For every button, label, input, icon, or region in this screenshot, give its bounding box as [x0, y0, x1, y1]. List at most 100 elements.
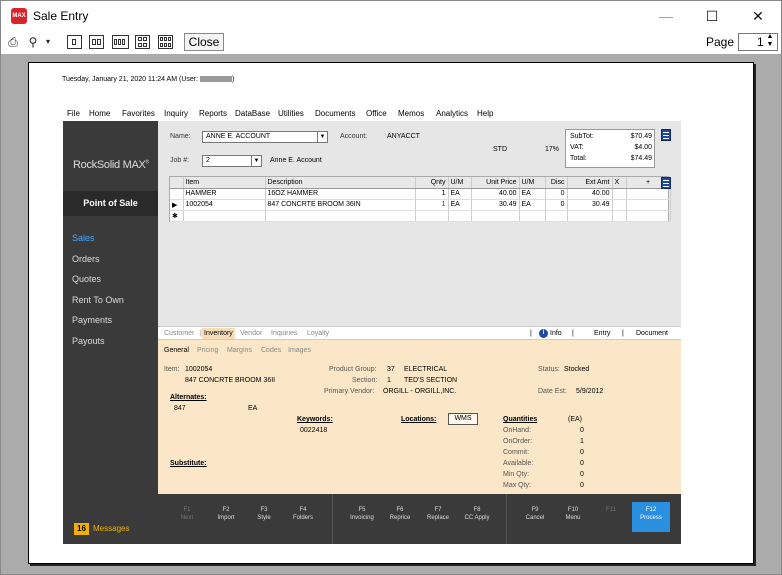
- cell-qnty[interactable]: 1: [415, 188, 449, 200]
- column-header-qnty[interactable]: Qnty: [415, 177, 449, 189]
- column-header-um[interactable]: U/M: [448, 177, 472, 189]
- sidebar-item-sales[interactable]: Sales: [72, 233, 95, 243]
- cell-unit-price[interactable]: [471, 210, 520, 222]
- menu-home[interactable]: Home: [89, 109, 110, 118]
- menu-database[interactable]: DataBase: [235, 109, 270, 118]
- f11-button[interactable]: F11: [593, 506, 629, 514]
- f5-invoicing-button[interactable]: F5 Invoicing: [344, 506, 380, 522]
- cell-um[interactable]: EA: [448, 199, 472, 211]
- menu-inquiry[interactable]: Inquiry: [164, 109, 188, 118]
- job-number-combo[interactable]: 2 ▼: [202, 155, 262, 167]
- column-header-x[interactable]: X: [612, 177, 627, 189]
- sidebar-item-payments[interactable]: Payments: [72, 315, 112, 325]
- subtab-margins[interactable]: Margins: [227, 347, 252, 354]
- alternate-item[interactable]: 847: [174, 405, 186, 412]
- tab-inquiries[interactable]: Inquiries: [271, 330, 297, 337]
- grid-menu-icon[interactable]: [661, 177, 671, 189]
- minimize-button[interactable]: —: [643, 1, 689, 31]
- close-window-button[interactable]: ✕: [735, 1, 781, 31]
- location-wms[interactable]: WMS: [448, 413, 478, 425]
- cell-um[interactable]: EA: [448, 188, 472, 200]
- page-spinner[interactable]: ▲ ▼: [763, 33, 777, 51]
- cell-description[interactable]: 16OZ HAMMER: [265, 188, 416, 200]
- f1-next-button[interactable]: F1 Next: [169, 506, 205, 522]
- column-header-item[interactable]: Item: [183, 177, 266, 189]
- cell-plus[interactable]: [626, 199, 671, 211]
- cell-item[interactable]: 1002054: [183, 199, 266, 211]
- chevron-down-icon[interactable]: ▼: [251, 156, 261, 166]
- table-row[interactable]: ▶ 1002054 847 CONCRTE BROOM 36IN 1 EA 30…: [170, 199, 671, 211]
- menu-help[interactable]: Help: [477, 109, 493, 118]
- tab-vendor[interactable]: Vendor: [240, 330, 262, 337]
- subtab-images[interactable]: Images: [288, 347, 311, 354]
- menu-analytics[interactable]: Analytics: [436, 109, 468, 118]
- f6-reprice-button[interactable]: F6 Reprice: [382, 506, 418, 522]
- column-header-disc[interactable]: Disc: [545, 177, 568, 189]
- sidebar-item-orders[interactable]: Orders: [72, 254, 100, 264]
- tab-entry[interactable]: Entry: [594, 330, 610, 337]
- tab-inventory[interactable]: Inventory: [202, 328, 235, 339]
- cell-item[interactable]: HAMMER: [183, 188, 266, 200]
- tab-customer[interactable]: Customer: [164, 330, 194, 337]
- table-row[interactable]: HAMMER 16OZ HAMMER 1 EA 40.00 EA 0 40.00: [170, 188, 671, 200]
- cell-um2[interactable]: [519, 210, 546, 222]
- close-preview-button[interactable]: Close: [184, 33, 224, 51]
- cell-description[interactable]: [265, 210, 416, 222]
- multi-page-icon[interactable]: [158, 35, 173, 49]
- tab-loyalty[interactable]: Loyalty: [307, 330, 329, 337]
- maximize-button[interactable]: ☐: [689, 1, 735, 31]
- menu-utilities[interactable]: Utilities: [278, 109, 304, 118]
- cell-plus[interactable]: [626, 188, 671, 200]
- f2-import-button[interactable]: F2 Import: [208, 506, 244, 522]
- cell-disc[interactable]: 0: [545, 188, 568, 200]
- menu-reports[interactable]: Reports: [199, 109, 227, 118]
- messages-link[interactable]: Messages: [93, 524, 129, 533]
- column-header-description[interactable]: Description: [265, 177, 416, 189]
- cell-um2[interactable]: EA: [519, 199, 546, 211]
- menu-memos[interactable]: Memos: [398, 109, 424, 118]
- two-page-icon[interactable]: [89, 35, 104, 49]
- column-header-um2[interactable]: U/M: [519, 177, 546, 189]
- subtab-pricing[interactable]: Pricing: [197, 347, 218, 354]
- cell-disc[interactable]: 0: [545, 199, 568, 211]
- cell-x[interactable]: [612, 188, 627, 200]
- info-icon[interactable]: i: [539, 329, 548, 338]
- column-header-ext-amt[interactable]: Ext Amt: [567, 177, 613, 189]
- tab-document[interactable]: Document: [636, 330, 668, 337]
- cell-x[interactable]: [612, 210, 627, 222]
- f10-menu-button[interactable]: F10 Menu: [555, 506, 591, 522]
- subtab-codes[interactable]: Codes: [261, 347, 281, 354]
- cell-unit-price[interactable]: 30.49: [471, 199, 520, 211]
- cell-item[interactable]: [183, 210, 266, 222]
- messages-count-badge[interactable]: 16: [74, 523, 89, 535]
- spin-down-icon[interactable]: ▼: [763, 41, 777, 49]
- totals-menu-icon[interactable]: [661, 129, 671, 141]
- cell-unit-price[interactable]: 40.00: [471, 188, 520, 200]
- spin-up-icon[interactable]: ▲: [763, 33, 777, 41]
- subtab-general[interactable]: General: [164, 347, 189, 354]
- cell-um[interactable]: [448, 210, 472, 222]
- sidebar-item-quotes[interactable]: Quotes: [72, 274, 101, 284]
- cell-qnty[interactable]: 1: [415, 199, 449, 211]
- menu-file[interactable]: File: [67, 109, 80, 118]
- cell-plus[interactable]: [626, 210, 671, 222]
- menu-favorites[interactable]: Favorites: [122, 109, 155, 118]
- chevron-down-icon[interactable]: ▼: [317, 132, 327, 142]
- cell-disc[interactable]: [545, 210, 568, 222]
- sidebar-item-rent-to-own[interactable]: Rent To Own: [72, 295, 124, 305]
- f9-cancel-button[interactable]: F9 Cancel: [517, 506, 553, 522]
- cell-x[interactable]: [612, 199, 627, 211]
- f12-process-button[interactable]: F12 Process: [632, 502, 670, 532]
- cell-um2[interactable]: EA: [519, 188, 546, 200]
- f3-style-button[interactable]: F3 Style: [246, 506, 282, 522]
- four-page-icon[interactable]: [112, 35, 129, 49]
- cell-qnty[interactable]: [415, 210, 449, 222]
- menu-documents[interactable]: Documents: [315, 109, 355, 118]
- sidebar-item-payouts[interactable]: Payouts: [72, 336, 105, 346]
- column-header-unit-price[interactable]: Unit Price: [471, 177, 520, 189]
- customer-name-combo[interactable]: ANNE E. ACCOUNT ▼: [202, 131, 328, 143]
- new-row[interactable]: ✱: [170, 210, 671, 222]
- grid-page-icon[interactable]: [135, 35, 150, 49]
- f4-folders-button[interactable]: F4 Folders: [285, 506, 321, 522]
- print-icon[interactable]: ⎙: [5, 34, 21, 50]
